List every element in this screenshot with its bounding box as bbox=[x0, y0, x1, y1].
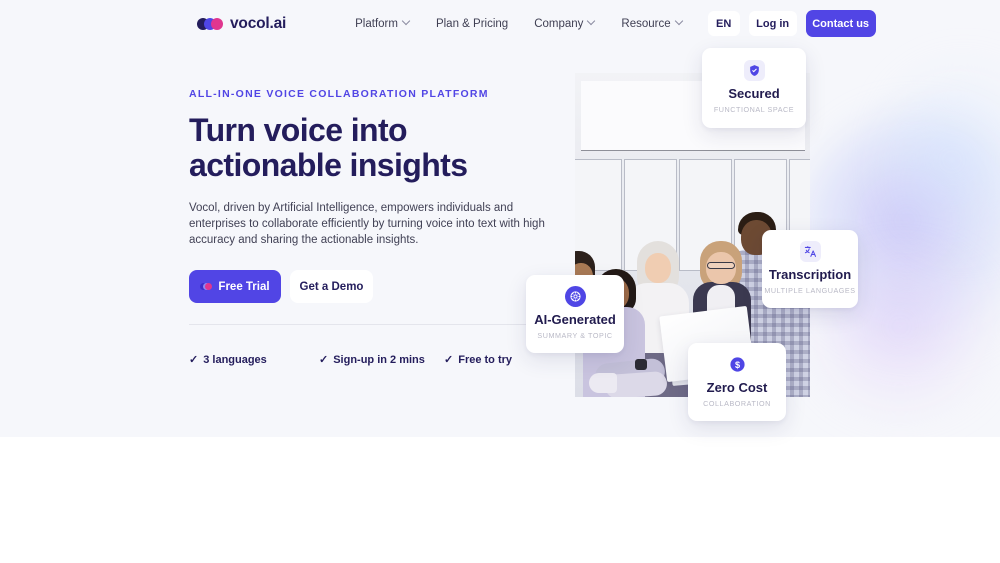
feature-label-free: Free to try bbox=[458, 354, 513, 366]
card-title-zero-cost: Zero Cost bbox=[706, 380, 768, 395]
vocol-logo-icon bbox=[197, 17, 223, 30]
page-title: Turn voice into actionable insights bbox=[189, 113, 564, 183]
header-actions: EN Log in Contact us bbox=[707, 10, 876, 37]
nav-item-plan-pricing[interactable]: Plan & Pricing bbox=[423, 0, 521, 47]
check-icon: ✓ bbox=[444, 353, 454, 366]
nav-label-resource: Resource bbox=[621, 17, 671, 30]
hero-paragraph: Vocol, driven by Artificial Intelligence… bbox=[189, 202, 545, 246]
site-header: vocol.ai Platform Plan & Pricing Company… bbox=[0, 0, 1000, 47]
nav-label-company: Company bbox=[534, 17, 584, 30]
hero-cta-row: Free Trial Get a Demo bbox=[189, 270, 564, 304]
card-title-transcription: Transcription bbox=[768, 267, 852, 282]
chevron-down-icon bbox=[588, 18, 595, 25]
brand-name: vocol.ai bbox=[230, 14, 287, 32]
feature-item-free: ✓ Free to try bbox=[444, 354, 512, 366]
hero-eyebrow: ALL-IN-ONE VOICE COLLABORATION PLATFORM bbox=[189, 88, 489, 100]
nav-item-company[interactable]: Company bbox=[521, 0, 608, 47]
ai-atom-icon bbox=[564, 286, 586, 307]
vocol-mark-icon bbox=[200, 283, 213, 291]
main-navigation: Platform Plan & Pricing Company Resource bbox=[342, 0, 696, 47]
feature-label-languages: 3 languages bbox=[203, 354, 267, 366]
check-icon: ✓ bbox=[319, 353, 329, 366]
feature-card-transcription[interactable]: Transcription MULTIPLE LANGUAGES bbox=[762, 230, 858, 308]
card-subtitle-transcription: MULTIPLE LANGUAGES bbox=[764, 286, 856, 295]
feature-label-signup: Sign-up in 2 mins bbox=[333, 354, 425, 366]
free-trial-button[interactable]: Free Trial bbox=[189, 270, 281, 304]
login-button[interactable]: Log in bbox=[748, 11, 797, 36]
hero-feature-list: ✓ 3 languages ✓ Sign-up in 2 mins ✓ Free… bbox=[189, 354, 589, 366]
feature-item-signup: ✓ Sign-up in 2 mins bbox=[319, 354, 444, 366]
check-icon: ✓ bbox=[189, 353, 199, 366]
chevron-down-icon bbox=[676, 18, 683, 25]
content-divider bbox=[189, 324, 570, 325]
feature-card-secured[interactable]: Secured FUNCTIONAL SPACE bbox=[702, 48, 806, 128]
headline-line-1: Turn voice into bbox=[189, 112, 408, 148]
language-selector[interactable]: EN bbox=[707, 11, 740, 36]
feature-item-languages: ✓ 3 languages bbox=[189, 354, 319, 366]
feature-card-ai-generated[interactable]: AI-Generated SUMMARY & TOPIC bbox=[526, 275, 624, 353]
card-subtitle-zero-cost: COLLABORATION bbox=[703, 399, 771, 408]
card-title-ai-generated: AI-Generated bbox=[534, 312, 616, 327]
dollar-circle-icon: $ bbox=[726, 354, 748, 375]
feature-card-zero-cost[interactable]: $ Zero Cost COLLABORATION bbox=[688, 343, 786, 421]
nav-label-platform: Platform bbox=[355, 17, 398, 30]
brand-logo[interactable]: vocol.ai bbox=[197, 0, 286, 47]
shield-check-icon bbox=[743, 60, 765, 81]
nav-label-plan-pricing: Plan & Pricing bbox=[435, 17, 509, 30]
contact-us-button[interactable]: Contact us bbox=[805, 10, 876, 37]
nav-item-resource[interactable]: Resource bbox=[608, 0, 695, 47]
svg-text:$: $ bbox=[734, 360, 739, 370]
nav-item-platform[interactable]: Platform bbox=[342, 0, 423, 47]
card-title-secured: Secured bbox=[728, 86, 780, 101]
hero-content: ALL-IN-ONE VOICE COLLABORATION PLATFORM … bbox=[189, 88, 564, 304]
free-trial-label: Free Trial bbox=[218, 280, 270, 293]
headline-line-2: actionable insights bbox=[189, 147, 468, 183]
translate-icon bbox=[799, 241, 821, 262]
chevron-down-icon bbox=[403, 18, 410, 25]
card-subtitle-ai-generated: SUMMARY & TOPIC bbox=[537, 331, 613, 340]
landing-page: vocol.ai Platform Plan & Pricing Company… bbox=[0, 0, 1000, 563]
get-a-demo-button[interactable]: Get a Demo bbox=[290, 270, 373, 304]
card-subtitle-secured: FUNCTIONAL SPACE bbox=[713, 105, 795, 114]
